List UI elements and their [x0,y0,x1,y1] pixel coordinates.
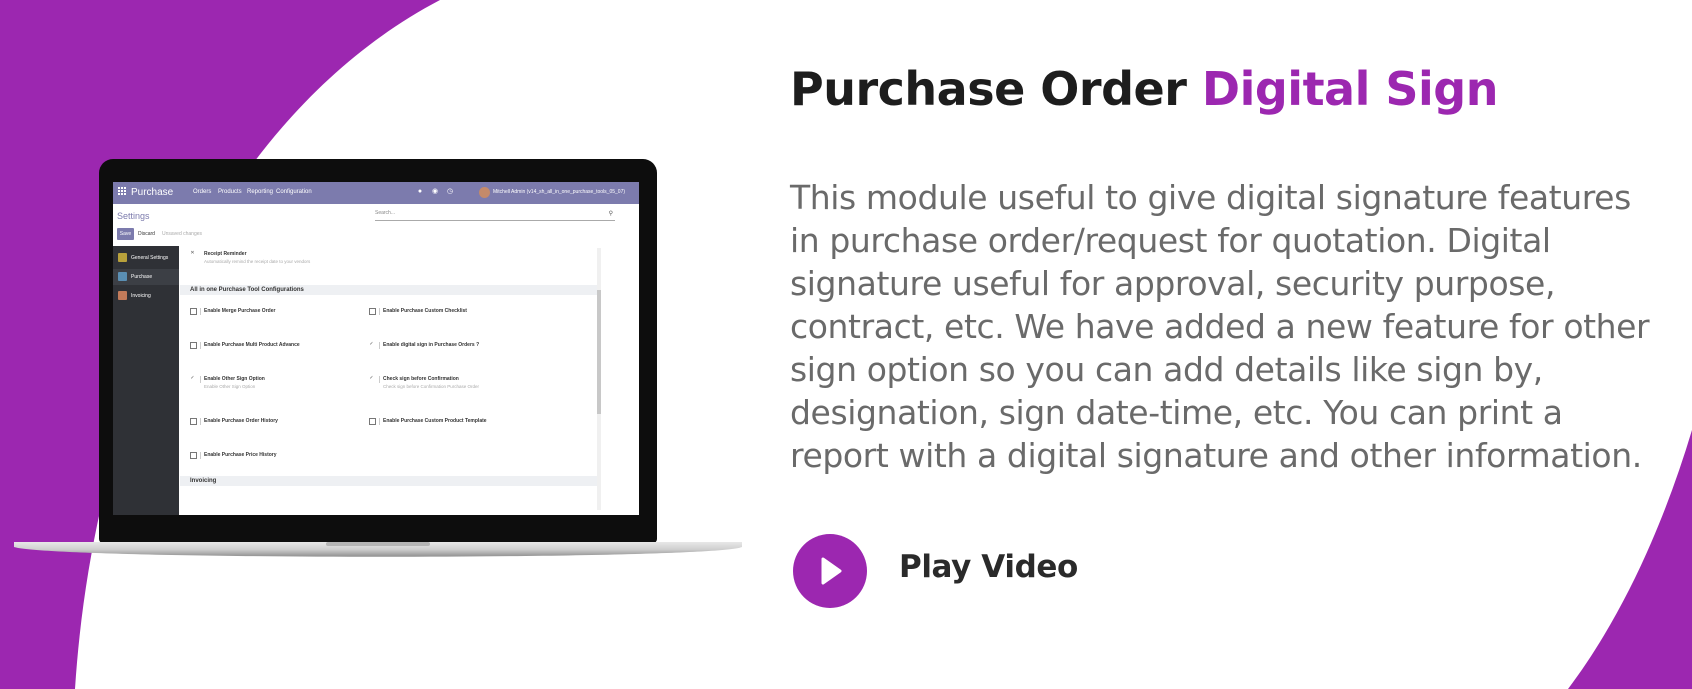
sidebar-item-label: General Settings [131,255,169,261]
setting-hint: Enable Other Sign Option [204,384,256,389]
setting-label: Enable Purchase Order History [204,418,278,424]
setting-label: Enable Merge Purchase Order [204,308,276,314]
save-button[interactable]: Save [117,228,134,240]
chat-icon[interactable]: ◉ [431,188,439,196]
section-header-invoicing: Invoicing [180,476,597,486]
title-main: Purchase Order [790,62,1202,116]
setting-label: Check sign before Confirmation [383,376,459,382]
purchase-app-icon [118,272,127,281]
checkbox[interactable]: ✓ [369,342,374,347]
laptop-screen-frame: Purchase Orders Products Reporting Confi… [99,159,657,543]
checkbox[interactable] [190,452,197,459]
section-title: Invoicing [190,478,217,484]
menu-products[interactable]: Products [218,189,242,195]
setting-hint: Check sign before Confirmation Purchase … [383,384,480,389]
play-video-button[interactable] [793,534,867,608]
odoo-top-bar: Purchase Orders Products Reporting Confi… [113,182,639,204]
app-name: Purchase [131,187,174,198]
search-input[interactable]: Search... ⚲ [375,209,615,221]
sidebar-item-label: Purchase [131,274,153,280]
checkbox[interactable]: ✓ [190,376,195,381]
setting-label: Enable Purchase Custom Checklist [383,308,467,314]
play-video-link[interactable]: Play Video [899,549,1078,585]
setting-label: Enable Purchase Price History [204,452,277,458]
settings-sidebar: General Settings Purchase Invoicing [113,246,179,515]
sidebar-item-purchase[interactable]: Purchase [113,269,179,285]
module-description: This module useful to give digital signa… [790,178,1650,475]
sidebar-item-general-settings[interactable]: General Settings [113,250,179,266]
odoo-settings-screenshot: Purchase Orders Products Reporting Confi… [113,182,639,515]
avatar[interactable] [479,187,490,198]
checkbox[interactable] [190,342,197,349]
setting-label: Enable Other Sign Option [204,376,265,382]
section-header: All in one Purchase Tool Configurations [180,285,597,295]
menu-configuration[interactable]: Configuration [276,189,312,195]
menu-orders[interactable]: Orders [193,189,211,195]
search-icon[interactable]: ⚲ [609,210,613,217]
play-icon [821,557,842,585]
page-title: Settings [117,211,150,221]
unsaved-changes-label: Unsaved changes [162,231,203,237]
user-name[interactable]: Mitchell Admin (v14_sh_all_in_one_purcha… [493,189,625,195]
bug-icon[interactable]: ● [416,188,424,196]
title-accent: Digital Sign [1201,62,1499,116]
section-title: All in one Purchase Tool Configurations [190,287,304,293]
search-placeholder: Search... [375,210,396,216]
setting-label: Enable Purchase Custom Product Template [383,418,487,424]
page-title: Purchase Order Digital Sign [790,62,1498,116]
checkbox[interactable]: ✕ [190,251,195,256]
checkbox[interactable]: ✓ [369,376,374,381]
invoicing-app-icon [118,291,127,300]
setting-label: Enable Purchase Multi Product Advance [204,342,300,348]
laptop-base [14,542,742,557]
discard-button[interactable]: Discard [138,231,155,237]
setting-label: Enable digital sign in Purchase Orders ? [383,342,480,348]
sidebar-item-invoicing[interactable]: Invoicing [113,288,179,304]
setting-hint: Automatically remind the receipt date to… [204,259,311,264]
checkbox[interactable] [190,308,197,315]
activity-icon[interactable]: ◷ [446,188,454,196]
checkbox[interactable] [190,418,197,425]
settings-scrollbar[interactable] [597,248,601,510]
settings-app-icon [118,253,127,262]
sidebar-item-label: Invoicing [131,293,151,299]
menu-reporting[interactable]: Reporting [247,189,273,195]
checkbox[interactable] [369,418,376,425]
checkbox[interactable] [369,308,376,315]
setting-label: Receipt Reminder [204,251,247,257]
apps-grid-icon[interactable] [118,187,126,195]
